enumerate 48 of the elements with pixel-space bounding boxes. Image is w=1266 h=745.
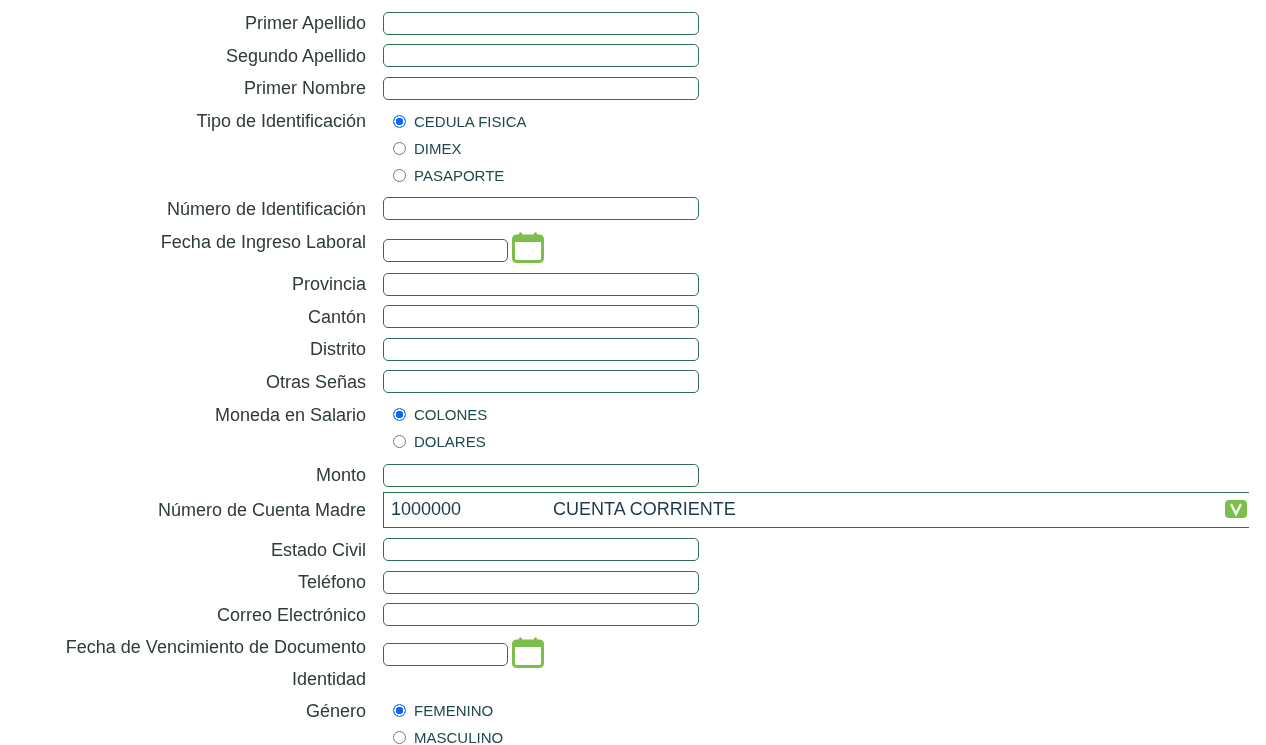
input-field[interactable] [383, 603, 699, 627]
field-label: Monto [315, 464, 366, 487]
input-field[interactable] [383, 538, 699, 562]
field-label: Moneda en Salario [214, 403, 366, 426]
field-label: Género [305, 699, 366, 722]
radio-button[interactable] [393, 704, 406, 717]
date-field[interactable] [383, 239, 508, 262]
radio-button[interactable] [393, 141, 406, 155]
input-field[interactable] [383, 272, 699, 296]
radio-button[interactable] [393, 731, 406, 744]
radio-label[interactable]: MASCULINO [414, 729, 504, 745]
radio-label[interactable]: CEDULA FISICA [414, 112, 527, 130]
field-label: Provincia [291, 273, 366, 296]
field-label: Teléfono [297, 571, 366, 594]
field-label: Número de Identificación [166, 197, 366, 220]
field-label: Número de Cuenta Madre [157, 498, 366, 521]
input-field[interactable] [383, 305, 699, 329]
field-label: Segundo Apellido [225, 44, 366, 67]
check-icon [1225, 499, 1247, 518]
input-field[interactable] [383, 197, 699, 221]
input-field[interactable] [383, 44, 699, 68]
input-field[interactable] [383, 76, 699, 100]
field-label: Distrito [310, 338, 366, 361]
account-dropdown[interactable]: 1000000 CUENTA CORRIENTE [383, 491, 1249, 528]
field-label: Primer Nombre [243, 77, 366, 100]
radio-button[interactable] [393, 168, 406, 182]
radio-label[interactable]: DOLARES [414, 433, 486, 450]
input-field[interactable] [383, 11, 699, 35]
date-field[interactable] [383, 643, 508, 666]
field-label: Correo Electrónico [216, 603, 366, 626]
field-label: Primer Apellido [244, 12, 366, 35]
radio-label[interactable]: FEMENINO [414, 702, 494, 719]
field-label: Cantón [307, 305, 366, 328]
field-label: Estado Civil [270, 538, 366, 561]
input-field[interactable] [383, 570, 699, 594]
input-field[interactable] [383, 463, 699, 487]
input-field[interactable] [383, 337, 699, 361]
field-label: Tipo de Identificación [196, 110, 366, 132]
radio-button[interactable] [393, 408, 406, 421]
radio-label[interactable]: DIMEX [414, 139, 462, 157]
radio-button[interactable] [393, 435, 406, 448]
radio-label[interactable]: COLONES [414, 406, 488, 423]
radio-label[interactable]: PASAPORTE [414, 166, 505, 184]
field-label: Fecha de Vencimiento de Documento Identidad [64, 636, 366, 691]
radio-button[interactable] [393, 114, 406, 128]
field-label: Fecha de Ingreso Laboral [160, 231, 366, 253]
input-field[interactable] [383, 370, 699, 394]
field-label: Otras Señas [265, 370, 366, 393]
